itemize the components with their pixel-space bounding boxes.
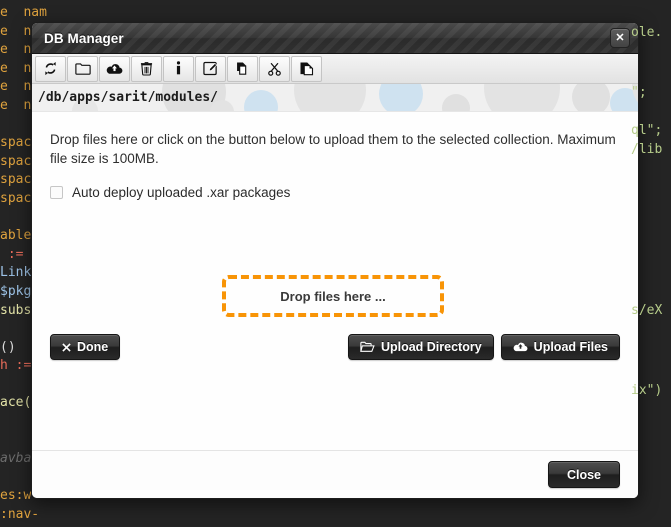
upload-button[interactable] xyxy=(99,55,130,82)
upload-directory-label: Upload Directory xyxy=(380,340,482,354)
close-icon[interactable]: ✕ xyxy=(610,28,630,48)
cut-icon xyxy=(267,61,282,76)
trash-icon xyxy=(140,61,153,76)
delete-button[interactable] xyxy=(131,55,162,82)
edit-button[interactable] xyxy=(195,55,226,82)
new-folder-icon xyxy=(74,62,91,76)
dialog-title: DB Manager xyxy=(44,30,124,46)
reload-button[interactable] xyxy=(35,55,66,82)
code-line: ole. xyxy=(631,25,663,40)
code-line: "; xyxy=(631,85,647,100)
decor-circle xyxy=(572,84,610,111)
path-breadcrumb-bar: /db/apps/sarit/modules/ xyxy=(32,84,638,112)
done-button-label: Done xyxy=(77,340,109,354)
cloud-upload-icon xyxy=(106,62,123,76)
db-manager-dialog: DB Manager ✕ /db/apps/sarit/modules/ Dro… xyxy=(31,22,639,499)
action-button-row: Done Upload Directory Upload Files xyxy=(50,334,620,360)
dialog-body: Drop files here or click on the button b… xyxy=(32,112,638,450)
upload-files-button[interactable]: Upload Files xyxy=(500,334,620,360)
decor-circle xyxy=(244,90,278,111)
upload-button-group: Upload Directory Upload Files xyxy=(347,334,620,360)
auto-deploy-label: Auto deploy uploaded .xar packages xyxy=(72,185,291,200)
upload-files-label: Upload Files xyxy=(533,340,608,354)
copy-icon xyxy=(235,61,250,76)
cut-button[interactable] xyxy=(259,55,290,82)
code-line: :nav- xyxy=(0,507,40,523)
open-folder-icon xyxy=(360,341,375,353)
code-line: s/eX xyxy=(631,303,663,318)
paste-icon xyxy=(299,61,314,76)
edit-icon xyxy=(203,61,218,76)
decor-circle xyxy=(442,94,470,111)
cloud-upload-icon xyxy=(513,341,528,353)
file-dropzone[interactable]: Drop files here ... xyxy=(222,275,444,317)
done-button[interactable]: Done xyxy=(50,334,121,360)
code-line: ix") xyxy=(631,383,663,398)
paste-button[interactable] xyxy=(291,55,322,82)
upload-directory-button[interactable]: Upload Directory xyxy=(347,334,494,360)
decor-circle xyxy=(379,84,423,111)
close-button-label: Close xyxy=(566,467,601,482)
upload-instructions: Drop files here or click on the button b… xyxy=(50,132,616,166)
current-path: /db/apps/sarit/modules/ xyxy=(38,90,219,105)
new-folder-button[interactable] xyxy=(67,55,98,82)
decor-circle xyxy=(294,84,366,111)
auto-deploy-checkbox[interactable] xyxy=(50,186,63,199)
properties-button[interactable] xyxy=(163,55,194,82)
copy-button[interactable] xyxy=(227,55,258,82)
code-line: /lib xyxy=(631,142,663,157)
reload-icon xyxy=(43,61,58,76)
dialog-titlebar: DB Manager ✕ xyxy=(32,23,638,54)
screen: e nam e nam e nam e nam e nam e nam space space… xyxy=(0,0,671,527)
dropzone-label: Drop files here ... xyxy=(280,288,386,304)
x-icon xyxy=(62,342,71,352)
close-button[interactable]: Close xyxy=(547,461,620,488)
code-line: e nam xyxy=(0,5,47,20)
code-line: ql"; xyxy=(631,123,663,138)
dialog-toolbar xyxy=(32,54,638,84)
auto-deploy-row: Auto deploy uploaded .xar packages xyxy=(50,185,620,200)
decor-circle xyxy=(484,84,560,111)
dialog-footer: Close xyxy=(32,450,638,498)
info-icon xyxy=(173,61,184,76)
